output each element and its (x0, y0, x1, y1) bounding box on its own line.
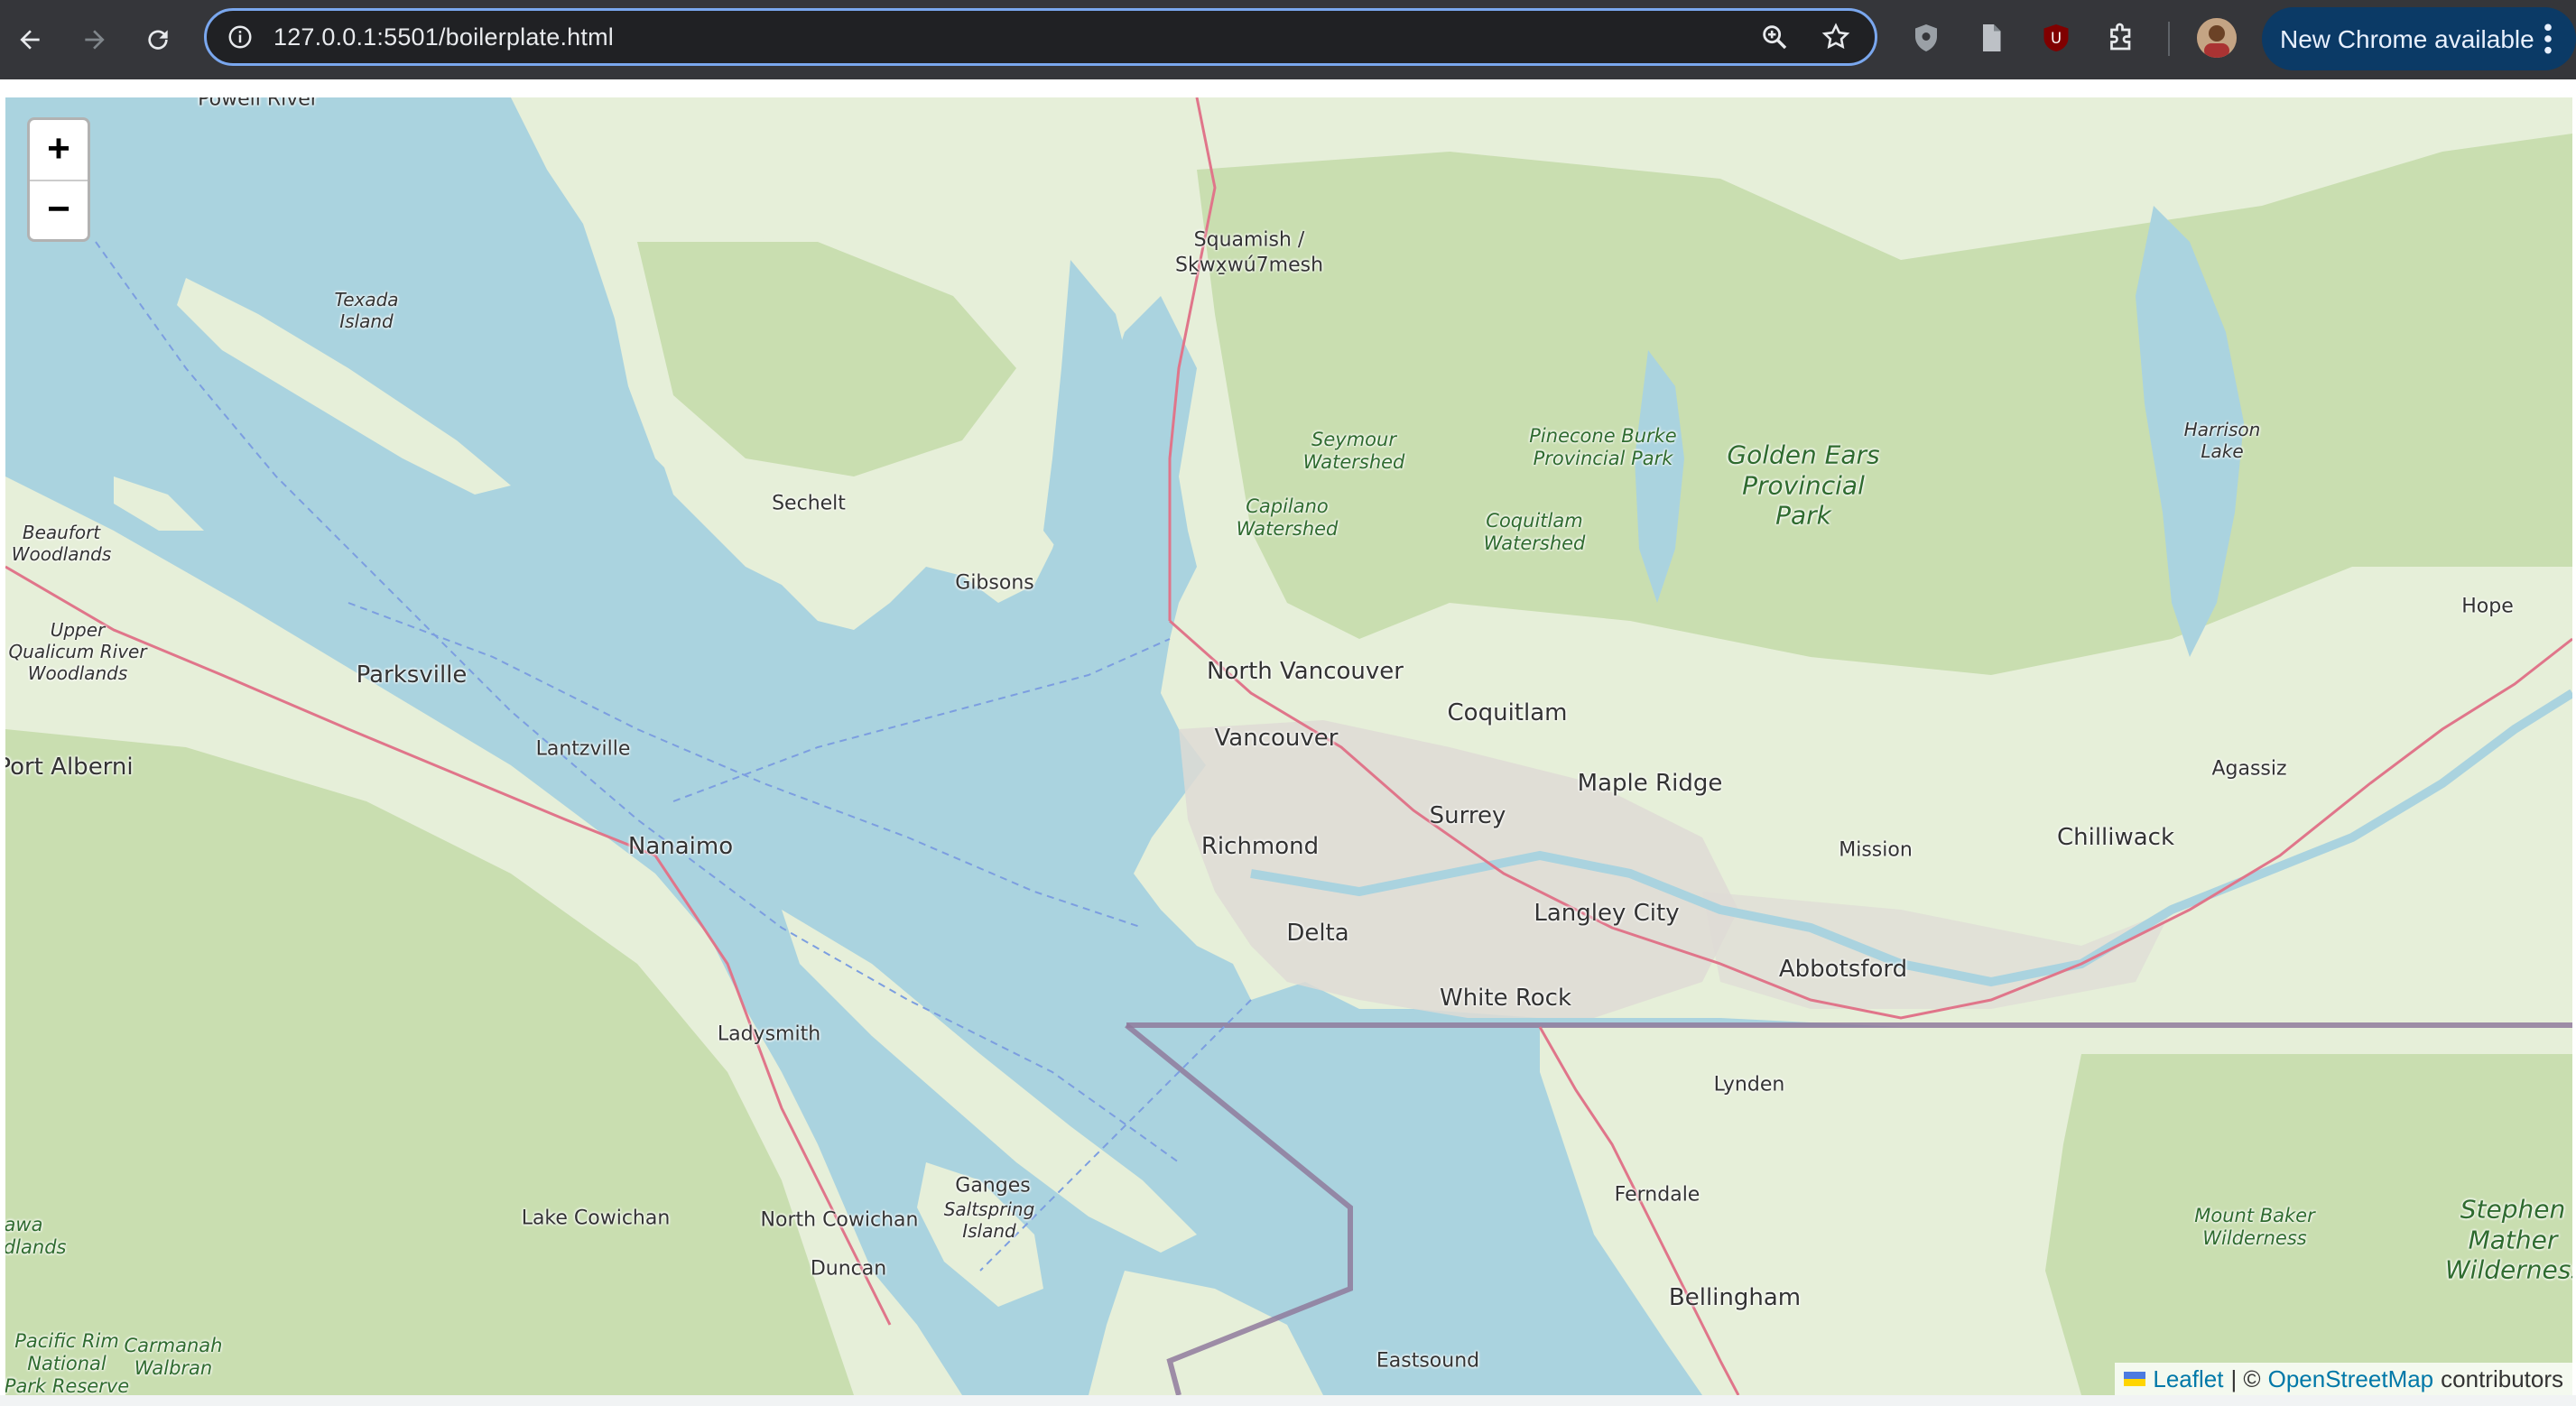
attribution-separator: | © (2230, 1364, 2261, 1392)
label-mount-baker: Mount Baker Wilderness (2194, 1204, 2315, 1249)
window-bottom-edge (0, 1395, 2576, 1406)
label-mission: Mission (1839, 838, 1913, 862)
label-ferndale: Ferndale (1614, 1183, 1700, 1207)
label-powell-river: Powell River (198, 97, 319, 111)
bookmark-star-icon[interactable] (1821, 22, 1851, 52)
label-maple-ridge: Maple Ridge (1577, 770, 1723, 797)
label-lake-cowichan: Lake Cowichan (521, 1207, 671, 1230)
label-eastsound: Eastsound (1376, 1349, 1480, 1373)
label-chilliwack: Chilliwack (2056, 824, 2175, 851)
label-hope: Hope (2461, 595, 2514, 618)
toolbar-divider (2168, 22, 2170, 56)
update-label: New Chrome available (2280, 25, 2534, 53)
label-parksville: Parksville (356, 661, 468, 689)
label-north-vancouver: North Vancouver (1207, 658, 1404, 685)
reload-button[interactable] (134, 15, 182, 64)
land-san-juan (1089, 1271, 1323, 1395)
label-seymour: Seymour Watershed (1302, 428, 1405, 473)
kebab-menu-icon[interactable] (2542, 22, 2554, 56)
label-surrey: Surrey (1429, 802, 1506, 829)
attribution-contributors: contributors (2441, 1364, 2563, 1392)
label-stephen-mather: Stephen Mather Wilderness (2445, 1194, 2572, 1285)
map-container[interactable]: Powell River Texada Island Squamish / Sḵ… (5, 97, 2572, 1395)
label-pacific-rim: Pacific Rim National Park Reserve (5, 1330, 130, 1395)
reload-icon (148, 30, 168, 50)
label-abbotsford: Abbotsford (1778, 956, 1908, 983)
arrow-left-icon (20, 30, 40, 50)
zoom-control: + − (27, 117, 90, 242)
extension-ublock[interactable]: U (2038, 20, 2074, 56)
puzzle-icon (2110, 23, 2131, 51)
label-harrison-lake: Harrison Lake (2183, 419, 2261, 462)
ukraine-flag-icon (2124, 1372, 2146, 1386)
document-icon (1983, 24, 2001, 51)
back-button[interactable] (5, 15, 54, 64)
shield-icon (1915, 24, 1937, 51)
label-port-alberni: Port Alberni (5, 754, 134, 781)
label-bellingham: Bellingham (1668, 1284, 1802, 1311)
label-agassiz: Agassiz (2211, 757, 2287, 781)
browser-toolbar: 127.0.0.1:5501/boilerplate.html U New Ch… (0, 0, 2576, 79)
label-texada-island: Texada Island (334, 289, 399, 332)
label-duncan: Duncan (810, 1257, 887, 1281)
info-icon[interactable] (227, 23, 254, 51)
label-north-cowichan: North Cowichan (760, 1208, 919, 1232)
map-attribution: Leaflet | © OpenStreetMap contributors (2115, 1363, 2572, 1395)
label-beaufort: Beaufort Woodlands (11, 522, 112, 565)
label-golden-ears: Golden Ears Provincial Park (1727, 439, 1880, 531)
label-sechelt: Sechelt (772, 492, 846, 515)
label-gibsons: Gibsons (955, 571, 1034, 595)
profile-avatar[interactable] (2197, 18, 2237, 58)
label-coquitlam: Coquitlam (1447, 699, 1568, 726)
label-white-rock: White Rock (1439, 985, 1572, 1012)
label-nitinat: awa odlands (5, 1213, 67, 1258)
land-lasqueti (114, 476, 204, 531)
label-vancouver: Vancouver (1214, 725, 1339, 752)
label-coquitlam-watershed: Coquitlam Watershed (1483, 509, 1586, 554)
leaflet-link[interactable]: Leaflet (2153, 1365, 2223, 1393)
label-saltspring: Saltspring Island (943, 1198, 1035, 1242)
label-richmond: Richmond (1200, 833, 1320, 860)
label-squamish: Squamish / Sḵwx̱wú7mesh (1174, 228, 1324, 277)
label-lantzville: Lantzville (535, 737, 631, 761)
extension-document[interactable] (1973, 20, 2009, 56)
zoom-out-button[interactable]: − (30, 180, 88, 240)
extension-shield[interactable] (1908, 20, 1944, 56)
avatar-icon (2197, 18, 2237, 58)
update-chrome-button[interactable]: New Chrome available (2262, 7, 2576, 70)
label-delta: Delta (1286, 920, 1349, 947)
label-capilano: Capilano Watershed (1236, 495, 1339, 540)
arrow-right-icon (85, 30, 105, 50)
forward-button[interactable] (70, 15, 119, 64)
label-pinecone: Pinecone Burke Provincial Park (1529, 424, 1677, 469)
label-upper-qualicum: Upper Qualicum River Woodlands (8, 619, 147, 684)
zoom-in-button[interactable]: + (30, 120, 88, 181)
label-carmanah: Carmanah Walbran (124, 1334, 223, 1379)
label-ganges: Ganges (955, 1174, 1031, 1198)
extensions-button[interactable] (2103, 20, 2139, 56)
address-bar[interactable]: 127.0.0.1:5501/boilerplate.html (204, 8, 1877, 66)
osm-link[interactable]: OpenStreetMap (2268, 1365, 2434, 1393)
label-lynden: Lynden (1713, 1073, 1785, 1096)
label-nanaimo: Nanaimo (627, 833, 734, 860)
zoom-icon[interactable] (1759, 22, 1790, 52)
label-ladysmith: Ladysmith (717, 1022, 821, 1046)
svg-text:U: U (2051, 30, 2062, 47)
ublock-icon: U (2043, 24, 2069, 51)
label-langley-city: Langley City (1534, 900, 1680, 927)
url-text[interactable]: 127.0.0.1:5501/boilerplate.html (273, 23, 614, 51)
